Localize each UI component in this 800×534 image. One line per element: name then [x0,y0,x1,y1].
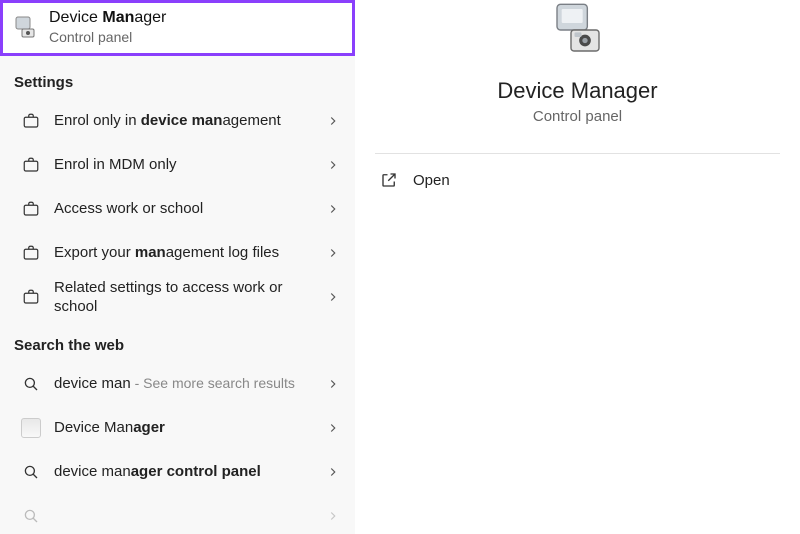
open-external-icon [379,170,399,190]
list-item-label: Enrol only in device management [54,111,325,131]
chevron-right-icon [325,158,341,172]
chevron-right-icon [325,114,341,128]
chevron-right-icon [325,290,341,304]
briefcase-icon [20,286,42,308]
top-result-device-manager[interactable]: Device Manager Control panel [0,0,355,56]
settings-item[interactable]: Related settings to access work or schoo… [0,275,355,319]
chevron-right-icon [325,421,341,435]
settings-item[interactable]: Enrol in MDM only [0,143,355,187]
chevron-right-icon [325,465,341,479]
list-item-label: Access work or school [54,199,325,219]
web-result-item[interactable] [0,494,355,534]
top-result-texts: Device Manager Control panel [49,9,166,45]
settings-item[interactable]: Export your management log files [0,231,355,275]
list-item-label: device manager control panel [54,462,325,482]
briefcase-icon [20,242,42,264]
search-icon [20,373,42,395]
chevron-right-icon [325,246,341,260]
device-manager-icon [20,417,42,439]
search-icon [20,461,42,483]
list-item-label: Export your management log files [54,243,325,263]
chevron-right-icon [325,377,341,391]
web-result-item[interactable]: device man - See more search results [0,362,355,406]
settings-item[interactable]: Enrol only in device management [0,99,355,143]
top-result-subtitle: Control panel [49,29,166,45]
briefcase-icon [20,198,42,220]
section-settings-header: Settings [0,56,355,99]
search-results-pane: Device Manager Control panel Settings En… [0,0,355,534]
device-manager-icon [13,15,37,39]
open-action[interactable]: Open [375,154,780,206]
list-item-label: Device Manager [54,418,325,438]
chevron-right-icon [325,509,341,523]
web-result-item[interactable]: Device Manager [0,406,355,450]
device-manager-large-icon [548,0,608,60]
top-result-title: Device Manager [49,9,166,27]
chevron-right-icon [325,202,341,216]
web-result-item[interactable]: device manager control panel [0,450,355,494]
settings-item[interactable]: Access work or school [0,187,355,231]
open-action-label: Open [413,172,450,189]
list-item-label: Related settings to access work or schoo… [54,278,325,317]
section-web-header: Search the web [0,319,355,362]
list-item-label: device man - See more search results [54,374,325,394]
briefcase-icon [20,110,42,132]
details-pane: Device Manager Control panel Open [355,0,800,534]
details-subtitle: Control panel [533,108,622,125]
details-title: Device Manager [497,78,657,104]
search-icon [20,505,42,527]
list-item-label: Enrol in MDM only [54,155,325,175]
briefcase-icon [20,154,42,176]
